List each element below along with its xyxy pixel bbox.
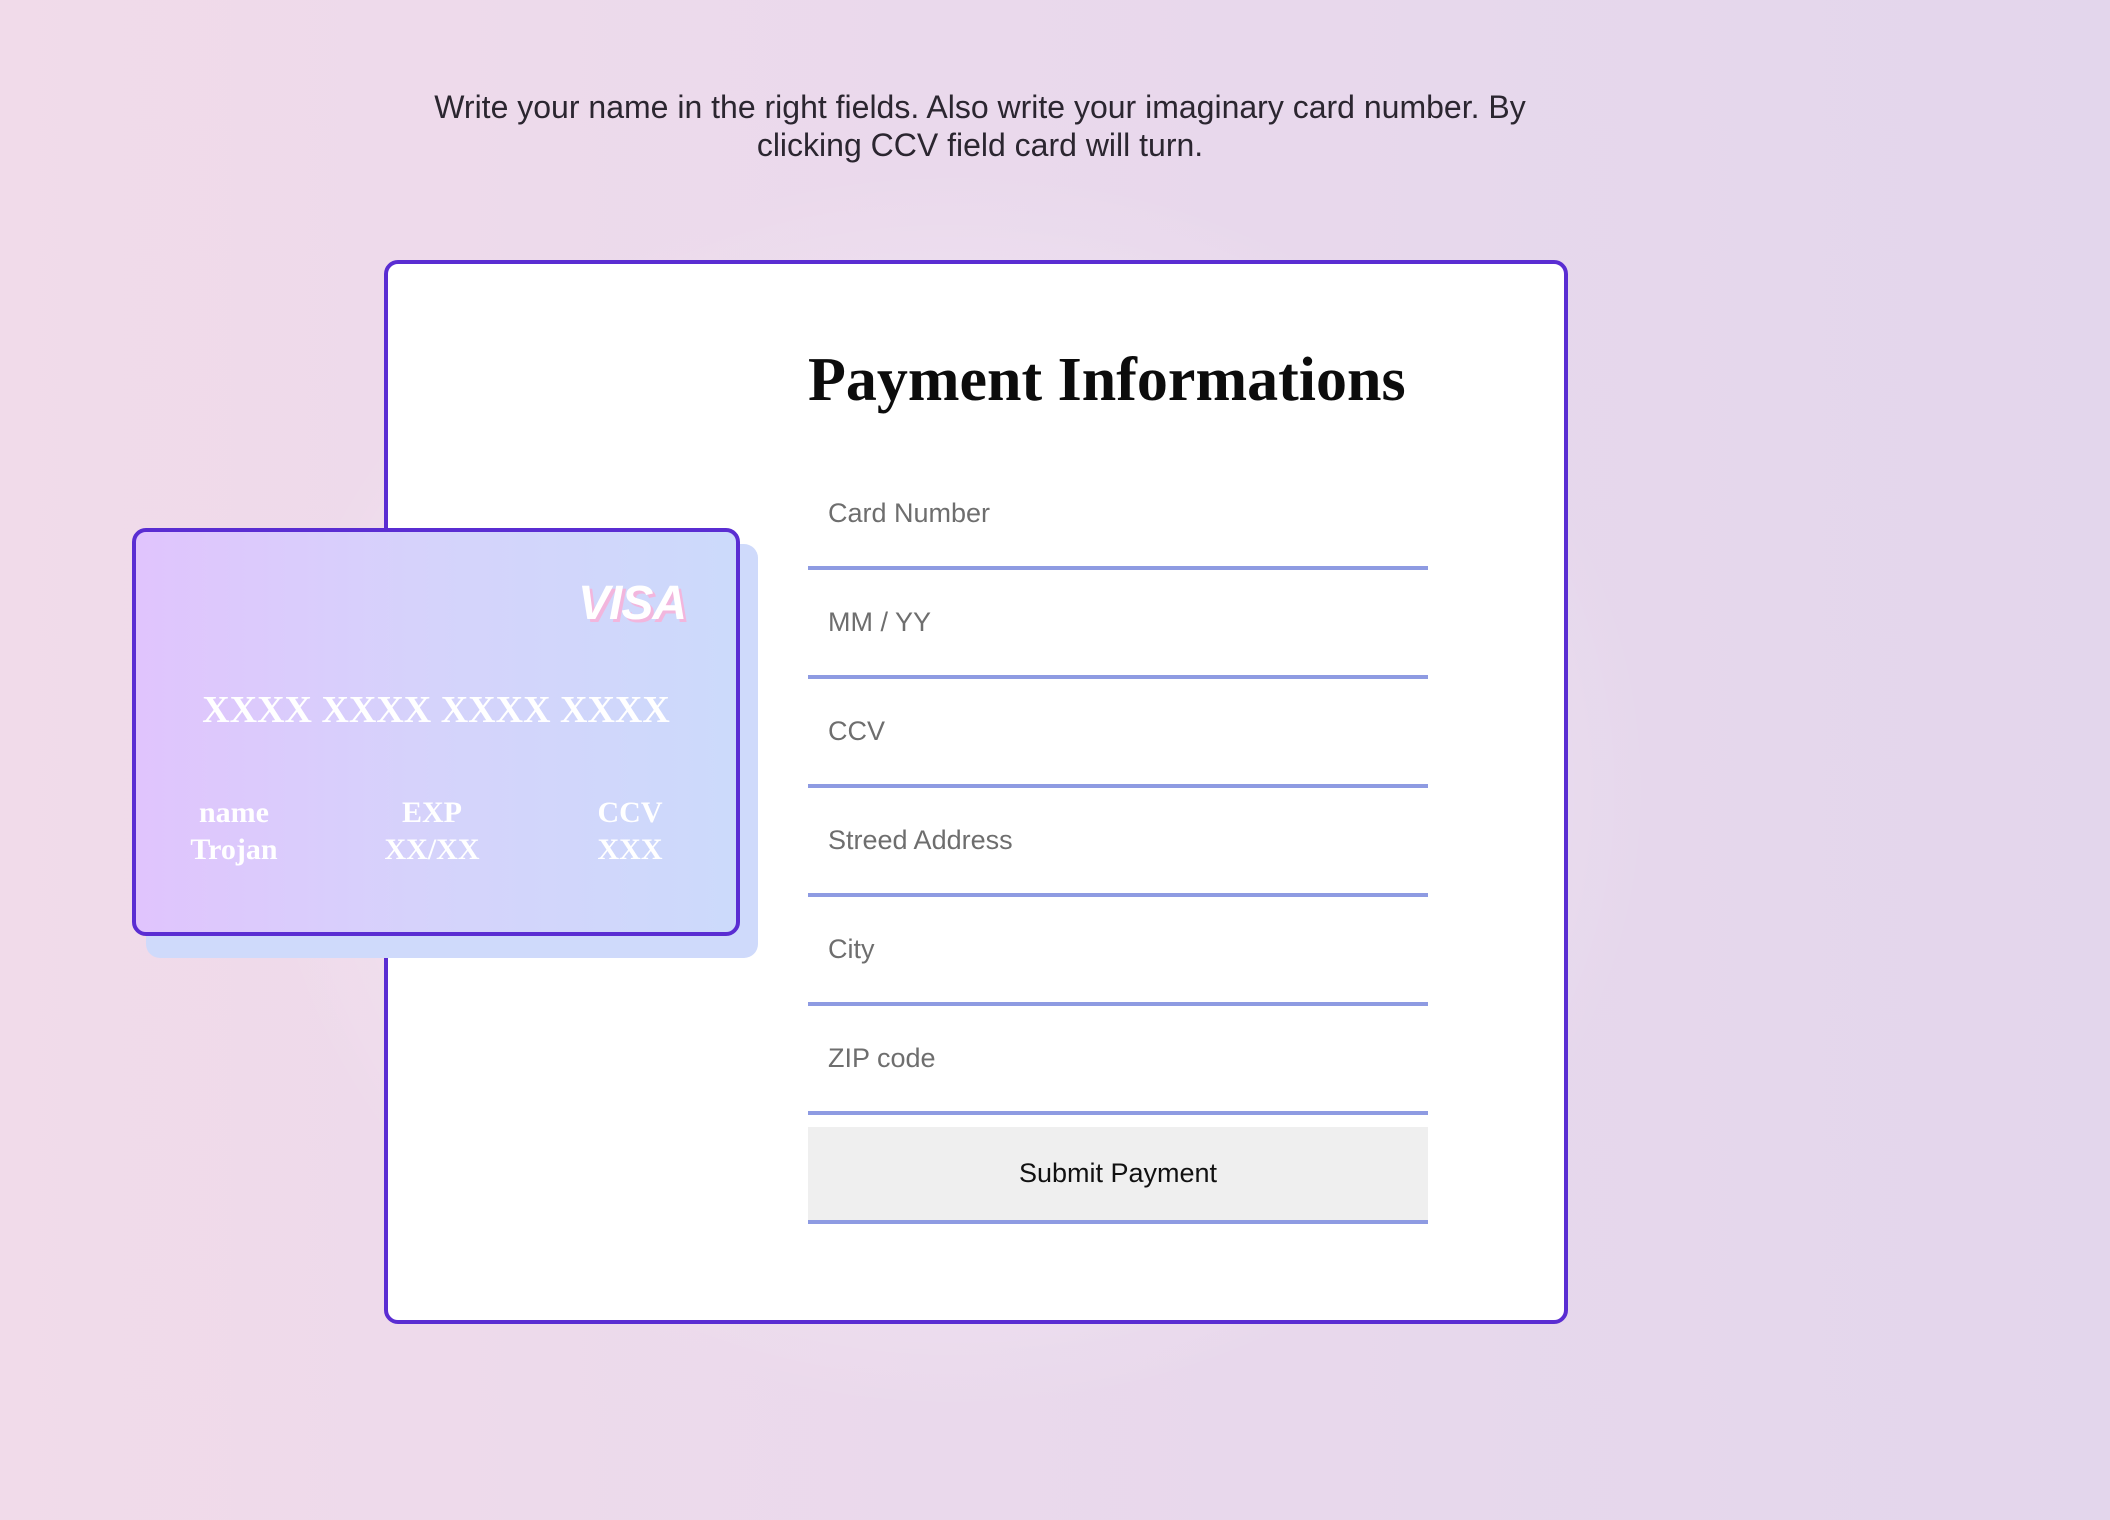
card-holder-value: Trojan	[190, 833, 278, 866]
zip-code-input[interactable]	[808, 1006, 1428, 1115]
submit-payment-button[interactable]: Submit Payment	[808, 1127, 1428, 1224]
card-number-display: XXXX XXXX XXXX XXXX	[202, 689, 670, 731]
page-title: Payment Informations	[808, 346, 1406, 414]
card-ccv-label: CCV	[597, 796, 663, 829]
instructions-text: Write your name in the right fields. Als…	[434, 89, 1526, 163]
card-ccv: CCV XXX	[540, 794, 720, 868]
credit-card-preview: VISA XXXX XXXX XXXX XXXX name Trojan EXP…	[132, 528, 740, 936]
card-expiry-label: EXP	[402, 796, 462, 829]
city-input[interactable]	[808, 897, 1428, 1006]
ccv-input[interactable]	[808, 679, 1428, 788]
payment-form: Submit Payment	[808, 461, 1428, 1224]
expiry-input[interactable]	[808, 570, 1428, 679]
card-number-input[interactable]	[808, 461, 1428, 570]
street-address-input[interactable]	[808, 788, 1428, 897]
card-expiry-value: XX/XX	[384, 833, 480, 866]
card-ccv-value: XXX	[597, 833, 663, 866]
visa-logo: VISA	[577, 577, 687, 630]
card-holder-label: name	[199, 796, 269, 829]
card-holder: name Trojan	[144, 794, 324, 868]
card-expiry: EXP XX/XX	[342, 794, 522, 868]
